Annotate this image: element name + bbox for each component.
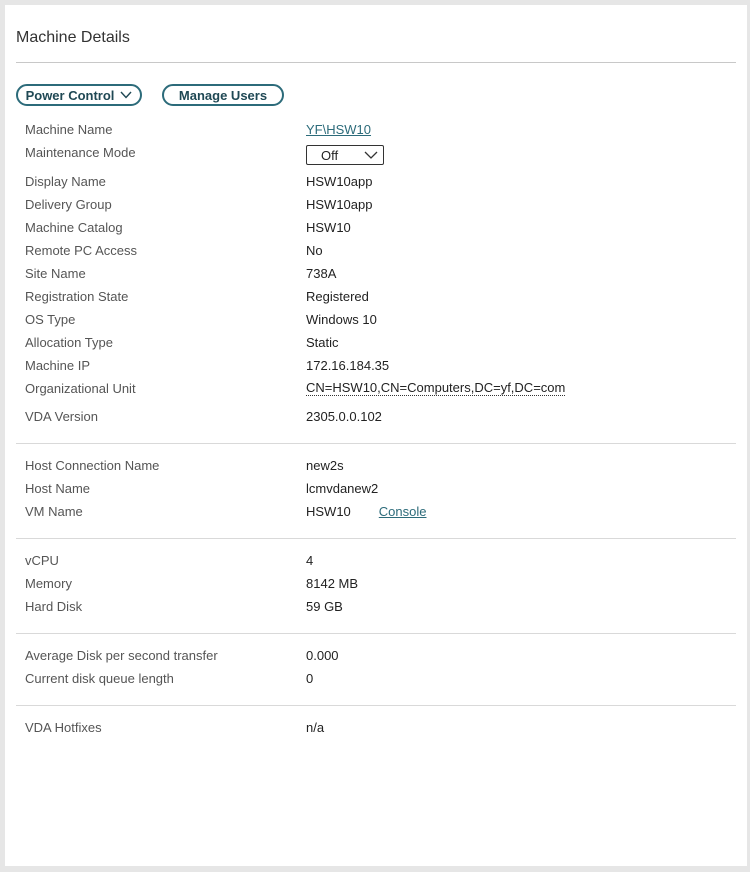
delivery-group-row: Delivery Group HSW10app bbox=[25, 195, 372, 213]
host-connection-name-value: new2s bbox=[306, 457, 344, 473]
remote-pc-access-label: Remote PC Access bbox=[25, 242, 137, 258]
section-divider bbox=[16, 705, 736, 706]
console-link[interactable]: Console bbox=[379, 504, 427, 519]
power-control-label: Power Control bbox=[25, 87, 115, 103]
display-name-row: Display Name HSW10app bbox=[25, 172, 372, 190]
memory-row: Memory 8142 MB bbox=[25, 574, 358, 592]
vm-name-row: VM Name HSW10 Console bbox=[25, 502, 427, 520]
hard-disk-label: Hard Disk bbox=[25, 598, 83, 614]
machine-catalog-value: HSW10 bbox=[306, 219, 351, 235]
site-name-label: Site Name bbox=[25, 265, 86, 281]
organizational-unit-row: Organizational Unit CN=HSW10,CN=Computer… bbox=[25, 379, 566, 397]
machine-name-label: Machine Name bbox=[25, 121, 113, 137]
registration-state-label: Registration State bbox=[25, 288, 129, 304]
vda-hotfixes-value: n/a bbox=[306, 719, 325, 735]
maintenance-mode-row: Maintenance Mode bbox=[25, 143, 306, 161]
remote-pc-access-value: No bbox=[306, 242, 323, 258]
vda-hotfixes-label: VDA Hotfixes bbox=[25, 719, 102, 735]
vcpu-row: vCPU 4 bbox=[25, 551, 313, 569]
section-divider bbox=[16, 538, 736, 539]
delivery-group-value: HSW10app bbox=[306, 196, 373, 212]
display-name-value: HSW10app bbox=[306, 173, 373, 189]
maintenance-mode-value: Off bbox=[321, 147, 339, 163]
avg-disk-transfer-row: Average Disk per second transfer 0.000 bbox=[25, 646, 339, 664]
site-name-row: Site Name 738A bbox=[25, 264, 336, 282]
vda-hotfixes-row: VDA Hotfixes n/a bbox=[25, 718, 324, 736]
vcpu-label: vCPU bbox=[25, 552, 59, 568]
machine-name-link[interactable]: YF\HSW10 bbox=[306, 122, 371, 137]
organizational-unit-label: Organizational Unit bbox=[25, 380, 136, 396]
vda-version-value: 2305.0.0.102 bbox=[306, 408, 382, 424]
title-divider bbox=[16, 62, 736, 63]
vda-version-label: VDA Version bbox=[25, 408, 98, 424]
machine-catalog-row: Machine Catalog HSW10 bbox=[25, 218, 351, 236]
section-divider bbox=[16, 633, 736, 634]
host-connection-name-label: Host Connection Name bbox=[25, 457, 160, 473]
host-name-row: Host Name lcmvdanew2 bbox=[25, 479, 378, 497]
avg-disk-transfer-value: 0.000 bbox=[306, 647, 339, 663]
organizational-unit-value[interactable]: CN=HSW10,CN=Computers,DC=yf,DC=com bbox=[306, 380, 566, 396]
host-name-label: Host Name bbox=[25, 480, 91, 496]
machine-details-panel: Machine Details Power Control Manage Use… bbox=[5, 5, 747, 866]
machine-name-row: Machine Name YF\HSW10 bbox=[25, 120, 371, 138]
maintenance-mode-label: Maintenance Mode bbox=[25, 144, 136, 160]
vcpu-value: 4 bbox=[306, 552, 314, 568]
os-type-value: Windows 10 bbox=[306, 311, 377, 327]
machine-ip-label: Machine IP bbox=[25, 357, 91, 373]
hard-disk-value: 59 GB bbox=[306, 598, 343, 614]
disk-queue-length-value: 0 bbox=[306, 670, 314, 686]
memory-value: 8142 MB bbox=[306, 575, 359, 591]
page-title: Machine Details bbox=[16, 29, 130, 46]
disk-queue-length-row: Current disk queue length 0 bbox=[25, 669, 313, 687]
vm-name-label: VM Name bbox=[25, 503, 83, 519]
host-name-value: lcmvdanew2 bbox=[306, 480, 379, 496]
registration-state-value: Registered bbox=[306, 288, 369, 304]
allocation-type-value: Static bbox=[306, 334, 339, 350]
manage-users-label: Manage Users bbox=[178, 87, 268, 103]
hard-disk-row: Hard Disk 59 GB bbox=[25, 597, 343, 615]
display-name-label: Display Name bbox=[25, 173, 106, 189]
avg-disk-transfer-label: Average Disk per second transfer bbox=[25, 647, 218, 663]
os-type-row: OS Type Windows 10 bbox=[25, 310, 377, 328]
site-name-value: 738A bbox=[306, 265, 337, 281]
machine-ip-row: Machine IP 172.16.184.35 bbox=[25, 356, 389, 374]
allocation-type-row: Allocation Type Static bbox=[25, 333, 339, 351]
chevron-down-icon bbox=[364, 151, 378, 159]
section-divider bbox=[16, 443, 736, 444]
chevron-down-icon bbox=[120, 91, 132, 99]
disk-queue-length-label: Current disk queue length bbox=[25, 670, 174, 686]
os-type-label: OS Type bbox=[25, 311, 76, 327]
allocation-type-label: Allocation Type bbox=[25, 334, 113, 350]
registration-state-row: Registration State Registered bbox=[25, 287, 369, 305]
host-connection-name-row: Host Connection Name new2s bbox=[25, 456, 344, 474]
power-control-button[interactable]: Power Control bbox=[16, 84, 142, 106]
maintenance-mode-select[interactable]: Off bbox=[306, 145, 384, 165]
machine-catalog-label: Machine Catalog bbox=[25, 219, 123, 235]
memory-label: Memory bbox=[25, 575, 72, 591]
machine-ip-value: 172.16.184.35 bbox=[306, 357, 390, 373]
delivery-group-label: Delivery Group bbox=[25, 196, 112, 212]
vda-version-row: VDA Version 2305.0.0.102 bbox=[25, 407, 382, 425]
remote-pc-access-row: Remote PC Access No bbox=[25, 241, 323, 259]
manage-users-button[interactable]: Manage Users bbox=[162, 84, 284, 106]
vm-name-value: HSW10 bbox=[306, 503, 351, 519]
